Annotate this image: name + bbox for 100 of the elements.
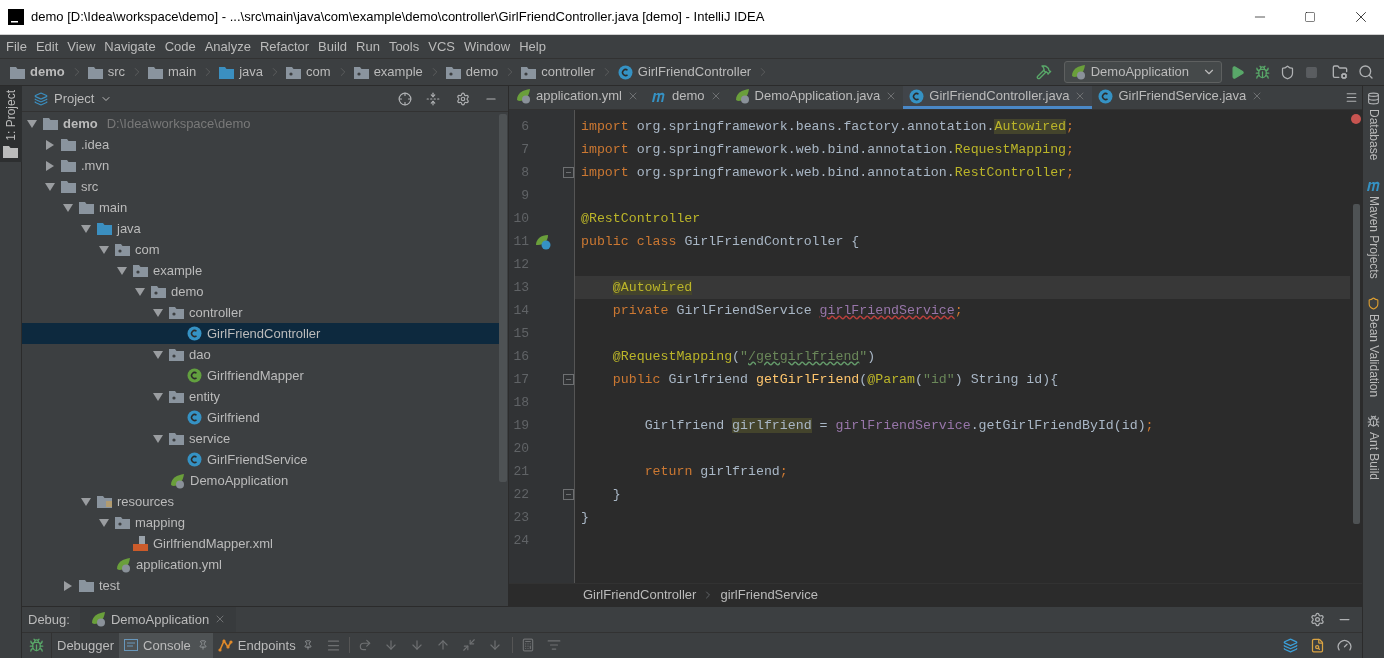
trace-icon — [546, 638, 561, 653]
list-icon[interactable] — [325, 637, 341, 653]
menu-item[interactable]: Navigate — [100, 36, 160, 57]
tree-item[interactable]: example — [22, 260, 499, 281]
scrollbar[interactable] — [499, 114, 507, 482]
tree-item[interactable]: entity — [22, 386, 499, 407]
tree-item[interactable]: application.yml — [22, 554, 499, 575]
menu-item[interactable]: Refactor — [255, 36, 314, 57]
breadcrumb-item[interactable]: GirlFriendController — [583, 585, 697, 605]
project-tool-tab[interactable]: 1: Project — [0, 86, 22, 162]
project-view-dropdown[interactable]: Project — [54, 88, 113, 109]
locate-icon[interactable] — [398, 91, 412, 106]
nav-crumb[interactable]: demo — [445, 62, 522, 82]
folder-icon — [148, 65, 163, 79]
menu-item[interactable]: Analyze — [200, 36, 255, 57]
run-icon[interactable] — [1230, 64, 1245, 80]
breadcrumb-item[interactable]: girlFriendService — [720, 585, 818, 605]
expanded-arrow-icon — [153, 350, 163, 359]
expanded-arrow-icon — [99, 245, 109, 254]
menu-item[interactable]: View — [63, 36, 100, 57]
tree-item[interactable]: GirlfriendMapper — [22, 365, 499, 386]
editor-tab[interactable]: application.yml — [509, 86, 645, 109]
tree-item[interactable]: java — [22, 218, 499, 239]
debug-icon[interactable] — [29, 637, 44, 653]
settings-icon[interactable] — [456, 91, 470, 106]
editor-tab[interactable]: DemoApplication.java — [727, 86, 904, 109]
run-config-dropdown[interactable]: DemoApplication — [1063, 61, 1222, 83]
menu-item[interactable]: Run — [352, 36, 384, 57]
tab-list-icon[interactable] — [1345, 91, 1358, 104]
menu-item[interactable]: Edit — [31, 36, 63, 57]
debug-tab[interactable]: Endpoints — [212, 632, 318, 658]
debug-icon[interactable] — [1255, 64, 1270, 80]
tree-item[interactable]: src — [22, 176, 499, 197]
project-structure-icon[interactable] — [1332, 64, 1348, 80]
menu-item[interactable]: VCS — [424, 36, 459, 57]
hammer-icon[interactable] — [1035, 64, 1052, 80]
menu-item[interactable]: Code — [160, 36, 200, 57]
coverage-icon[interactable] — [1280, 64, 1295, 80]
class-icon — [617, 64, 633, 80]
tool-window-tab[interactable]: Ant Build — [1362, 415, 1384, 481]
tree-item[interactable]: controller — [22, 302, 499, 323]
tree-item[interactable]: .mvn — [22, 155, 499, 176]
fold-marker-icon[interactable] — [563, 489, 574, 500]
tree-item[interactable]: GirlfriendMapper.xml — [22, 533, 499, 554]
debug-tab[interactable]: Console — [119, 632, 213, 658]
search-icon[interactable] — [1358, 64, 1374, 80]
tree-item[interactable]: demo — [22, 281, 499, 302]
tree-item-label: GirlFriendService — [207, 450, 308, 469]
debug-session-tab[interactable]: DemoApplication — [79, 607, 237, 632]
tree-item[interactable]: DemoApplication — [22, 470, 499, 491]
close-tab-icon[interactable] — [627, 90, 639, 102]
tool-window-tab[interactable]: Database — [1362, 92, 1384, 161]
editor-tab[interactable]: GirlFriendService.java — [1092, 86, 1270, 109]
menu-item[interactable]: Window — [459, 36, 515, 57]
pin-icon[interactable] — [197, 640, 208, 651]
tree-item[interactable]: resources — [22, 491, 499, 512]
tree-item[interactable]: service — [22, 428, 499, 449]
tree-item[interactable]: demo D:\Idea\workspace\demo — [22, 113, 499, 134]
file-search-icon[interactable] — [1310, 637, 1325, 653]
endpoints-icon — [217, 638, 233, 653]
menu-item[interactable]: Help — [515, 36, 550, 57]
nav-crumb[interactable]: GirlFriendController — [617, 62, 775, 82]
menu-item[interactable]: File — [2, 36, 31, 57]
gauge-icon[interactable] — [1337, 637, 1352, 653]
pin-icon[interactable] — [302, 640, 313, 651]
tree-item[interactable]: .idea — [22, 134, 499, 155]
nav-crumb[interactable]: com — [286, 62, 354, 82]
tree-item[interactable]: GirlFriendController — [22, 323, 499, 344]
maximize-icon[interactable] — [1304, 11, 1316, 23]
threads-icon[interactable] — [1283, 637, 1298, 653]
tree-item[interactable]: GirlFriendService — [22, 449, 499, 470]
collapse-all-icon[interactable] — [426, 91, 440, 106]
resources-folder-icon — [97, 495, 112, 508]
tree-item-label: service — [189, 429, 231, 448]
tool-window-tab[interactable]: Maven Projects — [1362, 178, 1384, 280]
editor-tab[interactable]: GirlFriendController.java — [903, 86, 1093, 109]
debug-tab[interactable]: Debugger — [52, 632, 120, 658]
nav-crumb[interactable]: src — [87, 62, 148, 82]
tree-item[interactable]: dao — [22, 344, 499, 365]
editor-tab[interactable]: demo — [645, 86, 728, 109]
nav-crumb[interactable]: demo — [10, 62, 88, 82]
tree-item[interactable]: Girlfriend — [22, 407, 499, 428]
menu-item[interactable]: Build — [314, 36, 351, 57]
tree-item[interactable]: main — [22, 197, 499, 218]
fold-marker-icon[interactable] — [563, 167, 574, 178]
tree-item[interactable]: mapping — [22, 512, 499, 533]
expanded-arrow-icon — [99, 518, 109, 527]
nav-crumb[interactable]: java — [219, 62, 287, 82]
error-indicator-icon[interactable] — [1351, 114, 1361, 124]
nav-crumb[interactable]: main — [148, 62, 220, 82]
bean-gutter-icon[interactable] — [535, 233, 551, 250]
menu-item[interactable]: Tools — [384, 36, 424, 57]
tool-window-tab[interactable]: Bean Validation — [1362, 297, 1384, 398]
tree-item[interactable]: test — [22, 575, 499, 596]
fold-marker-icon[interactable] — [563, 374, 574, 385]
settings-icon[interactable] — [1310, 611, 1325, 627]
nav-crumb[interactable]: example — [353, 62, 446, 82]
nav-crumb[interactable]: controller — [521, 62, 618, 82]
scrollbar[interactable] — [1352, 204, 1360, 524]
tree-item[interactable]: com — [22, 239, 499, 260]
